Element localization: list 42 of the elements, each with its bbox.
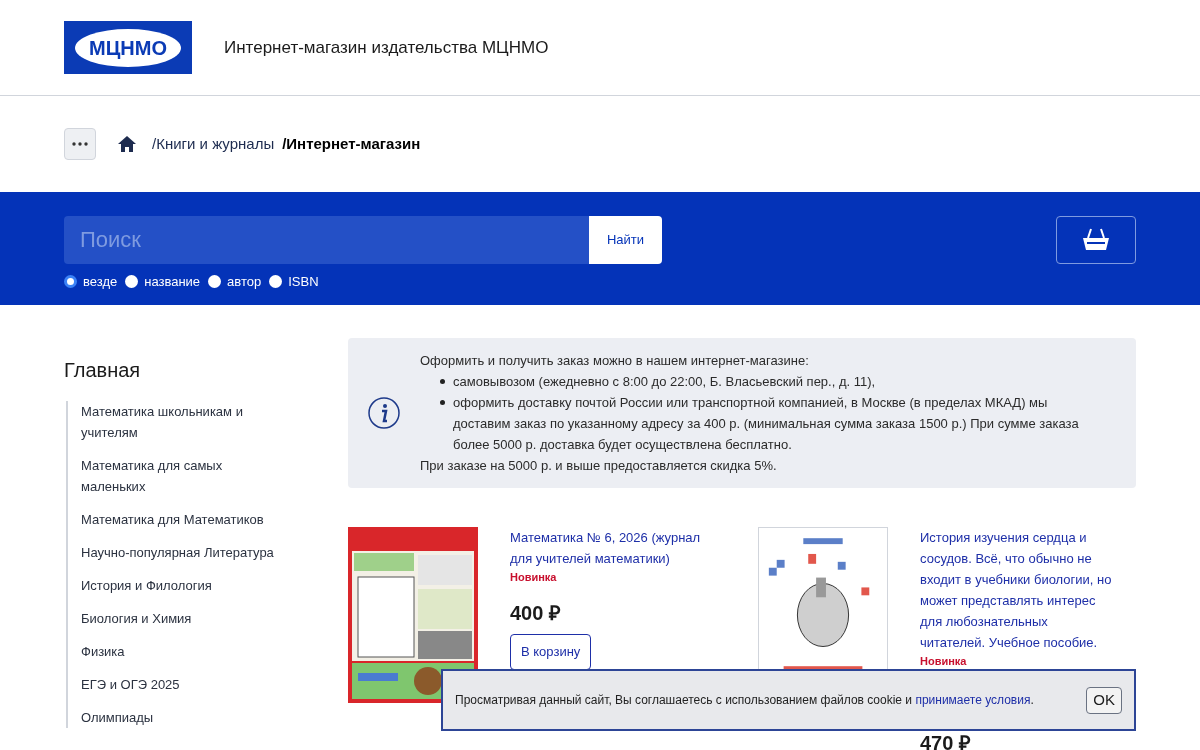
category-link[interactable]: Математика школьникам и учителям — [81, 401, 281, 443]
search-field[interactable]: Поиск — [64, 216, 589, 264]
basket-icon — [1082, 228, 1110, 252]
category-link[interactable]: Математика для Математиков — [81, 509, 281, 530]
radio-button[interactable] — [208, 275, 222, 289]
new-label: Новинка — [920, 654, 968, 669]
info-item: самовывозом (ежедневно с 8:00 до 22:00, Б. Власьевский пер., д. 11), — [453, 373, 876, 391]
radio-label: везде — [83, 273, 118, 291]
breadcrumb-link[interactable]: /Книги и журналы — [152, 132, 275, 156]
cart-button[interactable] — [1056, 216, 1136, 264]
category-link[interactable]: ЕГЭ и ОГЭ 2025 — [81, 674, 281, 695]
price: 400 ₽ — [510, 600, 562, 626]
category-link[interactable]: Математика для самых маленьких — [81, 455, 281, 497]
new-label: Новинка — [510, 570, 558, 585]
logo[interactable]: МЦНМО — [64, 21, 192, 74]
category-link[interactable]: Научно-популярная Литература — [81, 542, 281, 563]
category-link[interactable]: История и Филология — [81, 575, 281, 596]
site-title: Интернет-магазин издательства МЦНМО — [224, 36, 549, 59]
radio-button[interactable] — [64, 275, 77, 289]
price: 470 ₽ — [920, 730, 972, 750]
radio-button[interactable] — [269, 275, 283, 289]
home-icon[interactable] — [118, 136, 136, 152]
category-link[interactable]: Физика — [81, 641, 281, 662]
product-title[interactable]: Математика № 6, 2026 (журнал для учителей математики) — [510, 527, 702, 569]
ellipsis-icon — [72, 142, 88, 146]
radio-label: ISBN — [288, 273, 319, 291]
radio-label: автор — [227, 273, 262, 291]
ok-button[interactable]: OK — [1086, 686, 1122, 714]
radio-button[interactable] — [125, 275, 139, 289]
info-text: При заказе на 5000 р. и выше предоставляется скидка 5%. — [420, 457, 778, 475]
category-link[interactable]: Биология и Химия — [81, 608, 281, 629]
cookie-text: Просматривая данный сайт, Вы соглашаетесь с использованием файлов cookie и принимаете условия. — [455, 692, 1034, 709]
product-title[interactable]: История изучения сердца и сосудов. Всё, что обычно не входит в учебники биологии, но может представлять интерес для любознательных читателей. Учебное пособие. — [920, 527, 1112, 653]
search-button[interactable]: Найти — [589, 216, 662, 264]
info-item: оформить доставку почтой России или транспортной компанией, в Москве (в пределах МКАД) мы доставим заказ по указанному адресу за 400 р. (минимальная сумма заказа 1500 р.) При сумме заказа более 5000 р. доставка будет осуществлена бесплатно. — [453, 394, 1080, 454]
category-link[interactable]: Олимпиады — [81, 707, 281, 728]
info-text: Оформить и получить заказ можно в нашем интернет-магазине: — [420, 352, 810, 370]
current-page[interactable]: /Интернет-магазин — [282, 132, 421, 156]
more-button[interactable] — [64, 128, 96, 160]
info-icon — [368, 397, 400, 429]
radio-label: название — [144, 273, 201, 291]
sidebar-heading: Главная — [64, 358, 142, 383]
